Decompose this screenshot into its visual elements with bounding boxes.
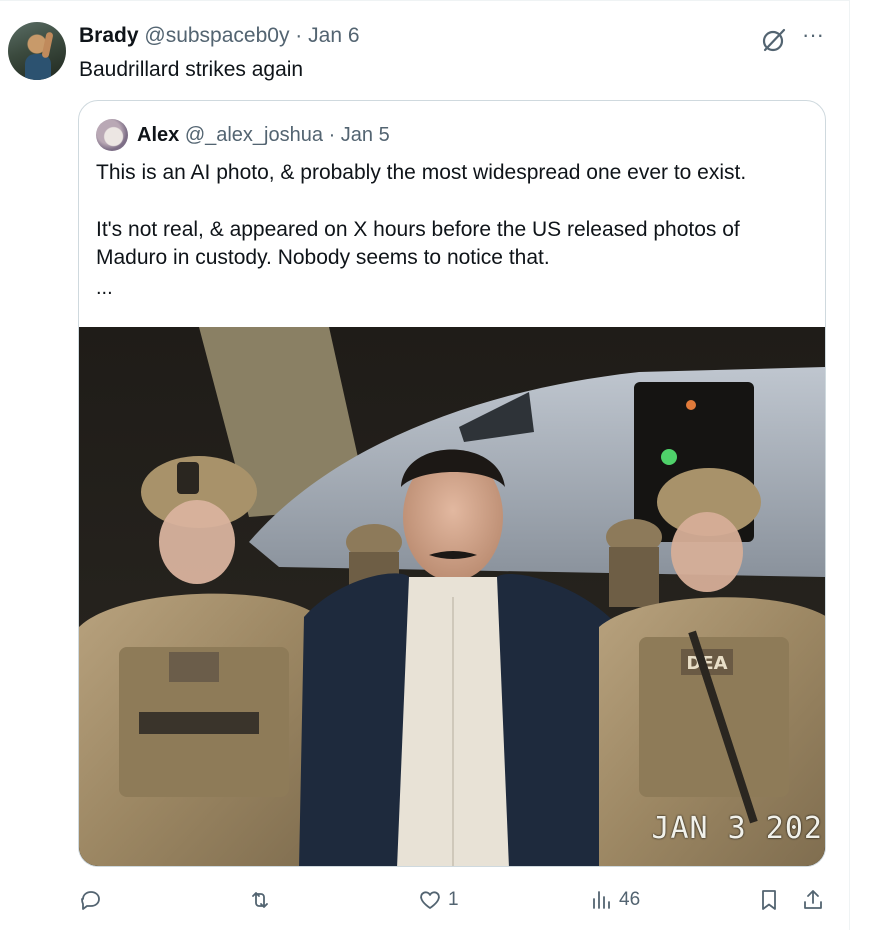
views-icon [593, 891, 610, 909]
author-handle[interactable]: @subspaceb0y [144, 24, 289, 47]
bookmark-button[interactable] [757, 886, 781, 914]
quoted-tweet-date[interactable]: Jan 5 [341, 124, 390, 146]
avatar-figure [25, 54, 51, 80]
separator-dot: · [295, 24, 303, 47]
bookmark-icon [762, 890, 776, 910]
photo-illustration: DEA [79, 327, 825, 866]
action-bar: 1 46 [0, 880, 850, 920]
tweet-text: Baudrillard strikes again [79, 58, 304, 81]
share-icon [804, 890, 822, 909]
repost-button[interactable] [248, 886, 272, 914]
reply-icon [81, 891, 100, 910]
top-divider [0, 0, 850, 1]
quoted-tweet-header: Alex @_alex_joshua · Jan 5 [137, 122, 390, 148]
quoted-author-handle[interactable]: @_alex_joshua [185, 124, 323, 146]
views-button[interactable]: 46 [589, 886, 640, 914]
quoted-paragraph-2: It's not real, & appeared on X hours bef… [96, 217, 740, 270]
quoted-tweet-text: This is an AI photo, & probably the most… [96, 159, 811, 273]
heart-icon [420, 891, 440, 909]
author-avatar[interactable] [8, 22, 66, 80]
quoted-author-name[interactable]: Alex [137, 124, 179, 146]
like-count: 1 [448, 889, 459, 910]
tweet-header: Brady @subspaceb0y · Jan 6 [79, 22, 360, 50]
photo-date-stamp: JAN 3 202 [651, 811, 823, 846]
author-name[interactable]: Brady [79, 24, 139, 47]
grok-icon[interactable] [760, 26, 788, 54]
column-divider [849, 0, 850, 930]
repost-icon [252, 892, 268, 908]
like-button[interactable]: 1 [418, 886, 459, 914]
more-icon[interactable]: ··· [800, 24, 826, 50]
separator-dot: · [328, 124, 336, 146]
tweet-date[interactable]: Jan 6 [308, 24, 359, 47]
quoted-tweet-image[interactable]: DEA JAN 3 202 [79, 327, 825, 866]
reply-button[interactable] [79, 886, 103, 914]
quoted-tweet[interactable]: Alex @_alex_joshua · Jan 5 This is an AI… [78, 100, 826, 867]
show-more-ellipsis[interactable]: ... [96, 277, 113, 300]
share-button[interactable] [801, 886, 825, 914]
quoted-paragraph-1: This is an AI photo, & probably the most… [96, 161, 747, 184]
quoted-author-avatar[interactable] [96, 119, 128, 151]
views-count: 46 [619, 889, 641, 910]
avatar-arm [41, 31, 54, 59]
